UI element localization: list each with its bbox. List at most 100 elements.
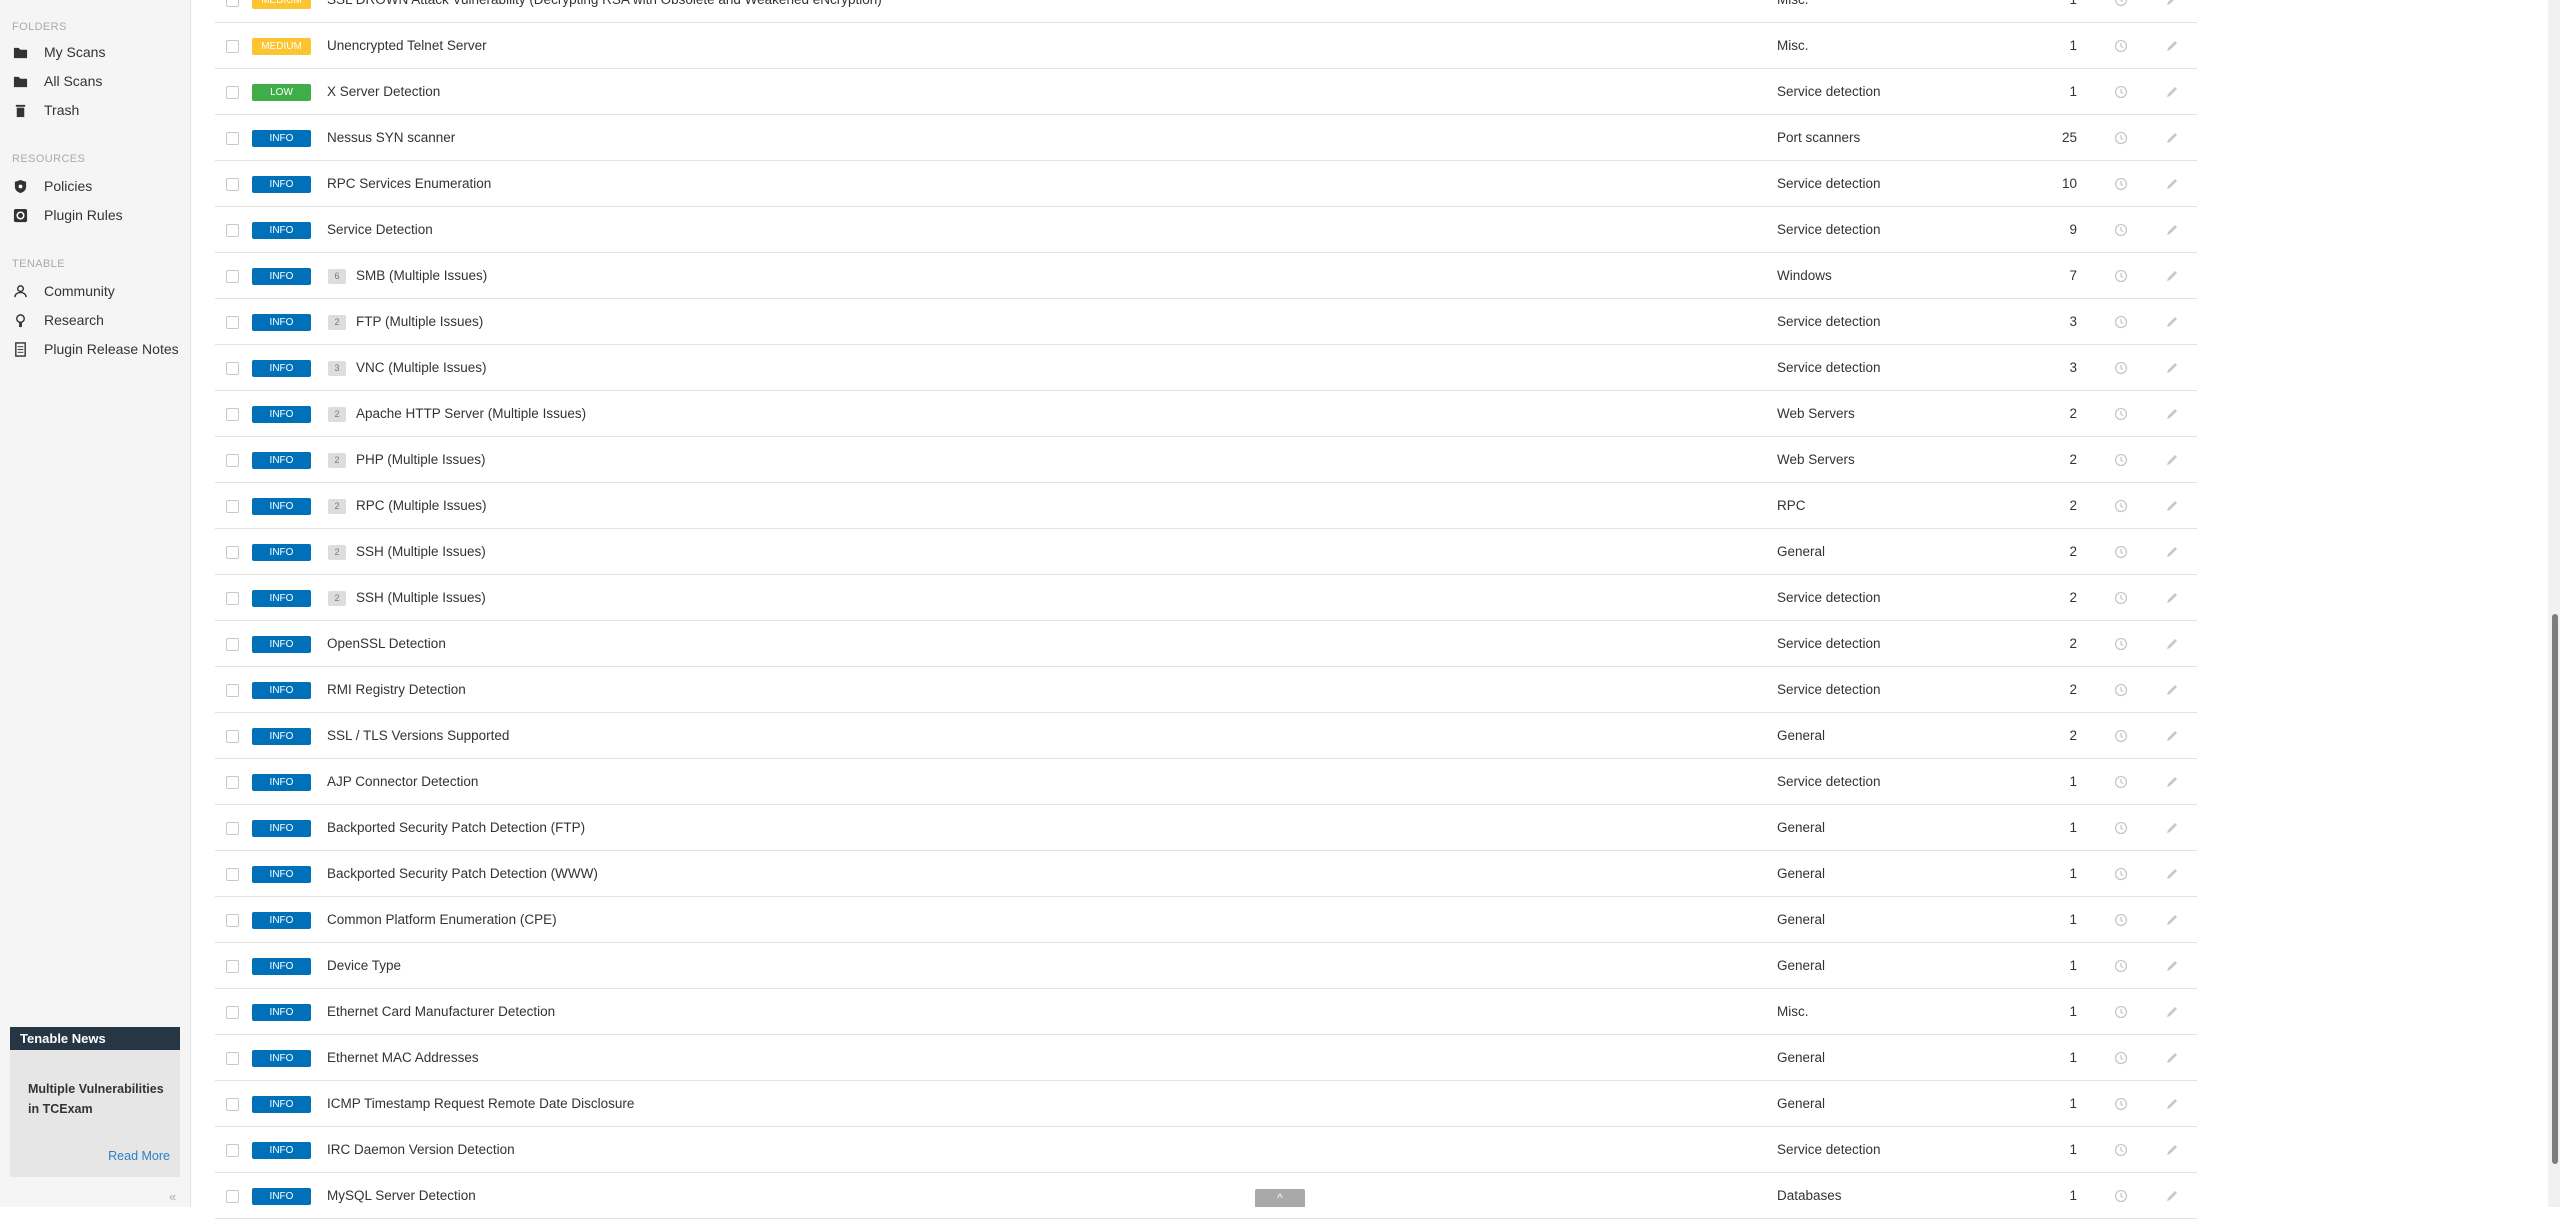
snooze-icon[interactable] (2114, 39, 2128, 53)
edit-pencil-icon[interactable] (2165, 1051, 2179, 1065)
plugin-name[interactable]: MySQL Server Detection (327, 1188, 476, 1203)
snooze-icon[interactable] (2114, 591, 2128, 605)
table-row[interactable]: INFO ICMP Timestamp Request Remote Date D… (215, 1081, 2197, 1127)
snooze-icon[interactable] (2114, 177, 2128, 191)
plugin-name[interactable]: SSL DROWN Attack Vulnerability (Decrypti… (327, 0, 882, 7)
row-checkbox[interactable] (226, 1190, 239, 1203)
scroll-to-top-button[interactable]: ^ (1255, 1189, 1305, 1207)
edit-pencil-icon[interactable] (2165, 959, 2179, 973)
sidebar-item-trash[interactable]: Trash (12, 99, 79, 121)
table-row[interactable]: INFO 2 Apache HTTP Server (Multiple Issues… (215, 391, 2197, 437)
edit-pencil-icon[interactable] (2165, 315, 2179, 329)
plugin-name[interactable]: RMI Registry Detection (327, 682, 466, 697)
plugin-name[interactable]: PHP (Multiple Issues) (356, 452, 486, 467)
row-checkbox[interactable] (226, 132, 239, 145)
collapse-sidebar-icon[interactable]: « (169, 1189, 176, 1204)
table-row[interactable]: INFO 2 SSH (Multiple Issues) Service detect… (215, 575, 2197, 621)
row-checkbox[interactable] (226, 224, 239, 237)
edit-pencil-icon[interactable] (2165, 223, 2179, 237)
plugin-name[interactable]: Apache HTTP Server (Multiple Issues) (356, 406, 586, 421)
table-row[interactable]: MEDIUM Unencrypted Telnet Server Misc. 1 (215, 23, 2197, 69)
sidebar-item-my-scans[interactable]: My Scans (12, 41, 105, 63)
plugin-name[interactable]: Ethernet Card Manufacturer Detection (327, 1004, 555, 1019)
row-checkbox[interactable] (226, 178, 239, 191)
row-checkbox[interactable] (226, 362, 239, 375)
snooze-icon[interactable] (2114, 131, 2128, 145)
sidebar-item-plugin-release-notes[interactable]: Plugin Release Notes (12, 338, 179, 360)
snooze-icon[interactable] (2114, 499, 2128, 513)
row-checkbox[interactable] (226, 868, 239, 881)
snooze-icon[interactable] (2114, 0, 2128, 7)
table-row[interactable]: MEDIUM SSL DROWN Attack Vulnerability (De… (215, 0, 2197, 23)
edit-pencil-icon[interactable] (2165, 177, 2179, 191)
edit-pencil-icon[interactable] (2165, 637, 2179, 651)
table-row[interactable]: LOW X Server Detection Service detection 1 (215, 69, 2197, 115)
snooze-icon[interactable] (2114, 315, 2128, 329)
edit-pencil-icon[interactable] (2165, 821, 2179, 835)
row-checkbox[interactable] (226, 960, 239, 973)
table-row[interactable]: INFO MySQL Server Detection Databases 1 (215, 1173, 2197, 1219)
table-row[interactable]: INFO 2 RPC (Multiple Issues) RPC 2 (215, 483, 2197, 529)
table-row[interactable]: INFO AJP Connector Detection Service detec… (215, 759, 2197, 805)
row-checkbox[interactable] (226, 408, 239, 421)
row-checkbox[interactable] (226, 86, 239, 99)
plugin-name[interactable]: VNC (Multiple Issues) (356, 360, 487, 375)
snooze-icon[interactable] (2114, 407, 2128, 421)
plugin-name[interactable]: IRC Daemon Version Detection (327, 1142, 515, 1157)
row-checkbox[interactable] (226, 1006, 239, 1019)
snooze-icon[interactable] (2114, 223, 2128, 237)
edit-pencil-icon[interactable] (2165, 683, 2179, 697)
edit-pencil-icon[interactable] (2165, 361, 2179, 375)
table-row[interactable]: INFO Nessus SYN scanner Port scanners 25 (215, 115, 2197, 161)
table-row[interactable]: INFO IRC Daemon Version Detection Service … (215, 1127, 2197, 1173)
table-row[interactable]: INFO 2 SSH (Multiple Issues) General 2 (215, 529, 2197, 575)
snooze-icon[interactable] (2114, 361, 2128, 375)
plugin-name[interactable]: RPC (Multiple Issues) (356, 498, 487, 513)
snooze-icon[interactable] (2114, 821, 2128, 835)
plugin-name[interactable]: RPC Services Enumeration (327, 176, 491, 191)
table-row[interactable]: INFO 2 PHP (Multiple Issues) Web Servers 2 (215, 437, 2197, 483)
row-checkbox[interactable] (226, 592, 239, 605)
table-row[interactable]: INFO Common Platform Enumeration (CPE) Gen… (215, 897, 2197, 943)
edit-pencil-icon[interactable] (2165, 729, 2179, 743)
table-row[interactable]: INFO 3 VNC (Multiple Issues) Service detect… (215, 345, 2197, 391)
row-checkbox[interactable] (226, 684, 239, 697)
plugin-name[interactable]: Nessus SYN scanner (327, 130, 455, 145)
table-row[interactable]: INFO 2 FTP (Multiple Issues) Service detect… (215, 299, 2197, 345)
edit-pencil-icon[interactable] (2165, 407, 2179, 421)
edit-pencil-icon[interactable] (2165, 269, 2179, 283)
row-checkbox[interactable] (226, 1144, 239, 1157)
plugin-name[interactable]: Unencrypted Telnet Server (327, 38, 487, 53)
plugin-name[interactable]: SMB (Multiple Issues) (356, 268, 487, 283)
snooze-icon[interactable] (2114, 913, 2128, 927)
row-checkbox[interactable] (226, 40, 239, 53)
snooze-icon[interactable] (2114, 1097, 2128, 1111)
plugin-name[interactable]: Backported Security Patch Detection (WWW… (327, 866, 598, 881)
snooze-icon[interactable] (2114, 775, 2128, 789)
edit-pencil-icon[interactable] (2165, 1143, 2179, 1157)
edit-pencil-icon[interactable] (2165, 1189, 2179, 1203)
snooze-icon[interactable] (2114, 867, 2128, 881)
row-checkbox[interactable] (226, 546, 239, 559)
edit-pencil-icon[interactable] (2165, 499, 2179, 513)
read-more-link[interactable]: Read More (108, 1149, 170, 1163)
scrollbar-thumb[interactable] (2552, 614, 2558, 1164)
row-checkbox[interactable] (226, 822, 239, 835)
edit-pencil-icon[interactable] (2165, 867, 2179, 881)
table-row[interactable]: INFO Device Type General 1 (215, 943, 2197, 989)
plugin-name[interactable]: FTP (Multiple Issues) (356, 314, 483, 329)
snooze-icon[interactable] (2114, 545, 2128, 559)
edit-pencil-icon[interactable] (2165, 775, 2179, 789)
row-checkbox[interactable] (226, 0, 239, 7)
plugin-name[interactable]: SSL / TLS Versions Supported (327, 728, 509, 743)
snooze-icon[interactable] (2114, 85, 2128, 99)
sidebar-item-all-scans[interactable]: All Scans (12, 70, 102, 92)
snooze-icon[interactable] (2114, 269, 2128, 283)
snooze-icon[interactable] (2114, 637, 2128, 651)
plugin-name[interactable]: ICMP Timestamp Request Remote Date Discl… (327, 1096, 634, 1111)
row-checkbox[interactable] (226, 270, 239, 283)
row-checkbox[interactable] (226, 316, 239, 329)
row-checkbox[interactable] (226, 776, 239, 789)
snooze-icon[interactable] (2114, 959, 2128, 973)
plugin-name[interactable]: Common Platform Enumeration (CPE) (327, 912, 557, 927)
